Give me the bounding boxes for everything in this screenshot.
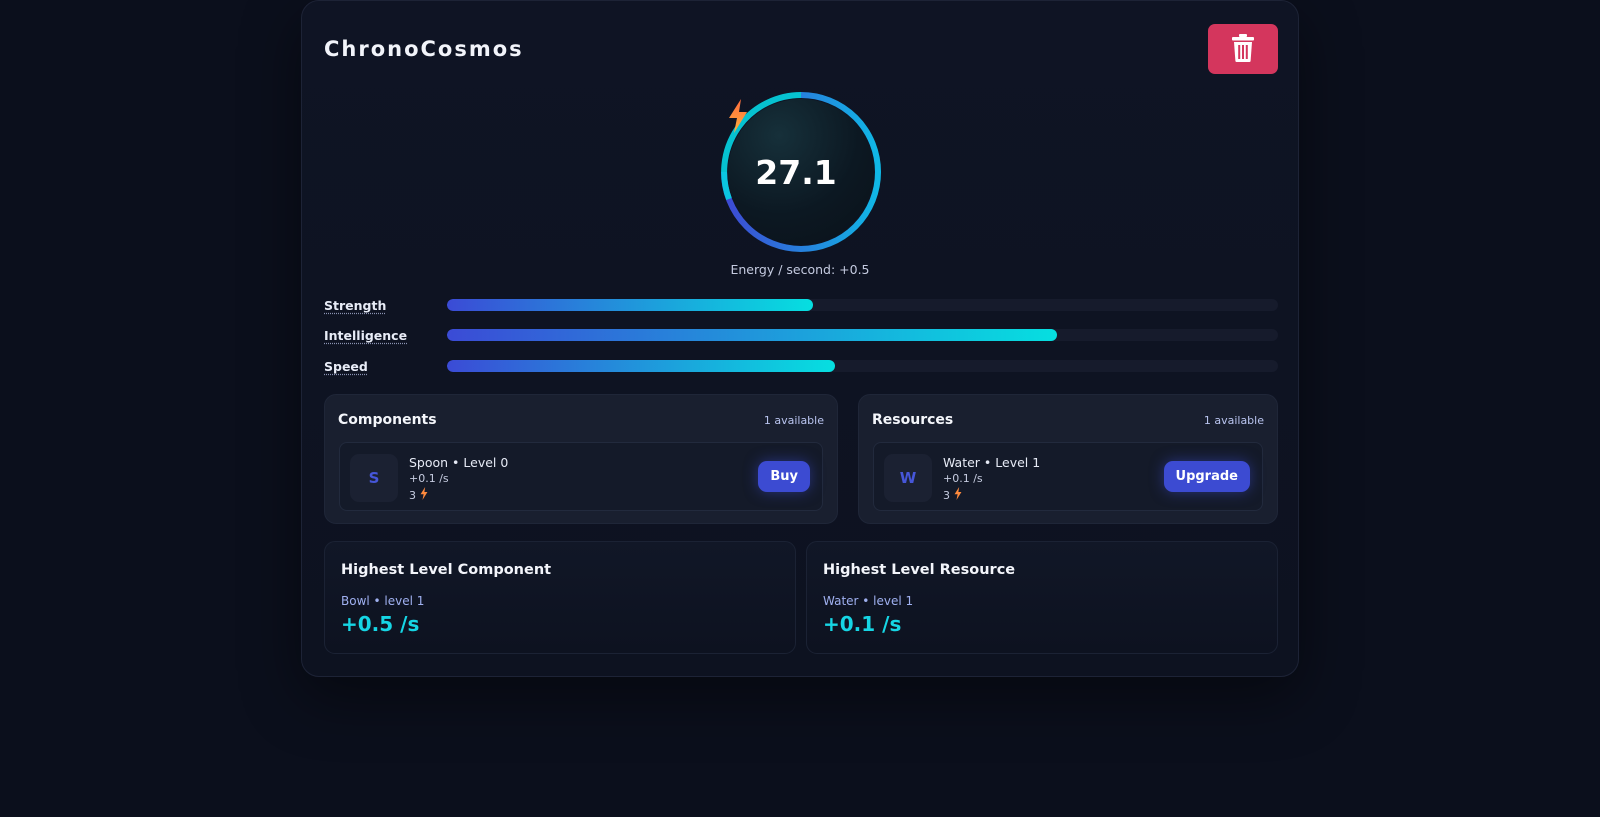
- highest-resource-title: Highest Level Resource: [823, 562, 1016, 578]
- components-title: Components: [338, 412, 437, 428]
- lightning-bolt-icon: [954, 487, 962, 503]
- resources-title: Resources: [872, 412, 954, 428]
- stat-intelligence: Intelligence: [324, 328, 1278, 343]
- stat-fill-strength: [447, 299, 813, 311]
- lightning-bolt-icon: [420, 487, 428, 503]
- resource-cost: 3: [943, 487, 962, 503]
- components-card: Components 1 available S Spoon • Level 0…: [324, 394, 838, 524]
- components-available: 1 available: [763, 414, 824, 427]
- energy-display: 27.1: [728, 99, 874, 245]
- highest-resource-subtitle: Water • level 1: [823, 594, 914, 608]
- energy-ring: 27.1: [720, 91, 882, 253]
- resource-name: Water • Level 1: [943, 455, 1041, 470]
- energy-per-second: Energy / second: +0.5: [730, 262, 870, 277]
- resource-rate: +0.1 /s: [943, 472, 983, 485]
- stat-speed: Speed: [324, 359, 1278, 374]
- component-cost-value: 3: [409, 488, 416, 502]
- stat-label-intelligence[interactable]: Intelligence: [324, 328, 407, 343]
- stat-fill-intelligence: [447, 329, 1057, 341]
- stat-strength: Strength: [324, 298, 1278, 313]
- highest-resource-card: Highest Level Resource Water • level 1 +…: [806, 541, 1278, 654]
- component-item: S Spoon • Level 0 +0.1 /s 3 Buy: [339, 442, 823, 511]
- upgrade-button[interactable]: Upgrade: [1163, 461, 1250, 492]
- highest-component-subtitle: Bowl • level 1: [341, 594, 425, 608]
- trash-icon: [1232, 33, 1254, 65]
- game-panel: ChronoCosmos 27.1 Energy / second: +0.5 …: [301, 0, 1299, 677]
- stat-label-speed[interactable]: Speed: [324, 359, 368, 374]
- energy-value: 27.1: [755, 152, 837, 192]
- highest-resource-value: +0.1 /s: [823, 612, 902, 636]
- resource-avatar: W: [884, 454, 932, 502]
- component-rate: +0.1 /s: [409, 472, 449, 485]
- component-avatar: S: [350, 454, 398, 502]
- stat-bar-intelligence: [447, 329, 1278, 341]
- highest-component-value: +0.5 /s: [341, 612, 420, 636]
- resources-card: Resources 1 available W Water • Level 1 …: [858, 394, 1278, 524]
- stat-label-strength[interactable]: Strength: [324, 298, 386, 313]
- resource-cost-value: 3: [943, 488, 950, 502]
- highest-component-title: Highest Level Component: [341, 562, 552, 578]
- component-cost: 3: [409, 487, 428, 503]
- stat-fill-speed: [447, 360, 836, 372]
- resources-available: 1 available: [1203, 414, 1264, 427]
- stat-bar-speed: [447, 360, 1278, 372]
- highest-component-card: Highest Level Component Bowl • level 1 +…: [324, 541, 796, 654]
- app-title: ChronoCosmos: [324, 37, 524, 61]
- component-name: Spoon • Level 0: [409, 455, 509, 470]
- reset-button[interactable]: [1208, 24, 1278, 74]
- resource-item: W Water • Level 1 +0.1 /s 3 Upgrade: [873, 442, 1263, 511]
- stat-bar-strength: [447, 299, 1278, 311]
- buy-button[interactable]: Buy: [758, 461, 810, 492]
